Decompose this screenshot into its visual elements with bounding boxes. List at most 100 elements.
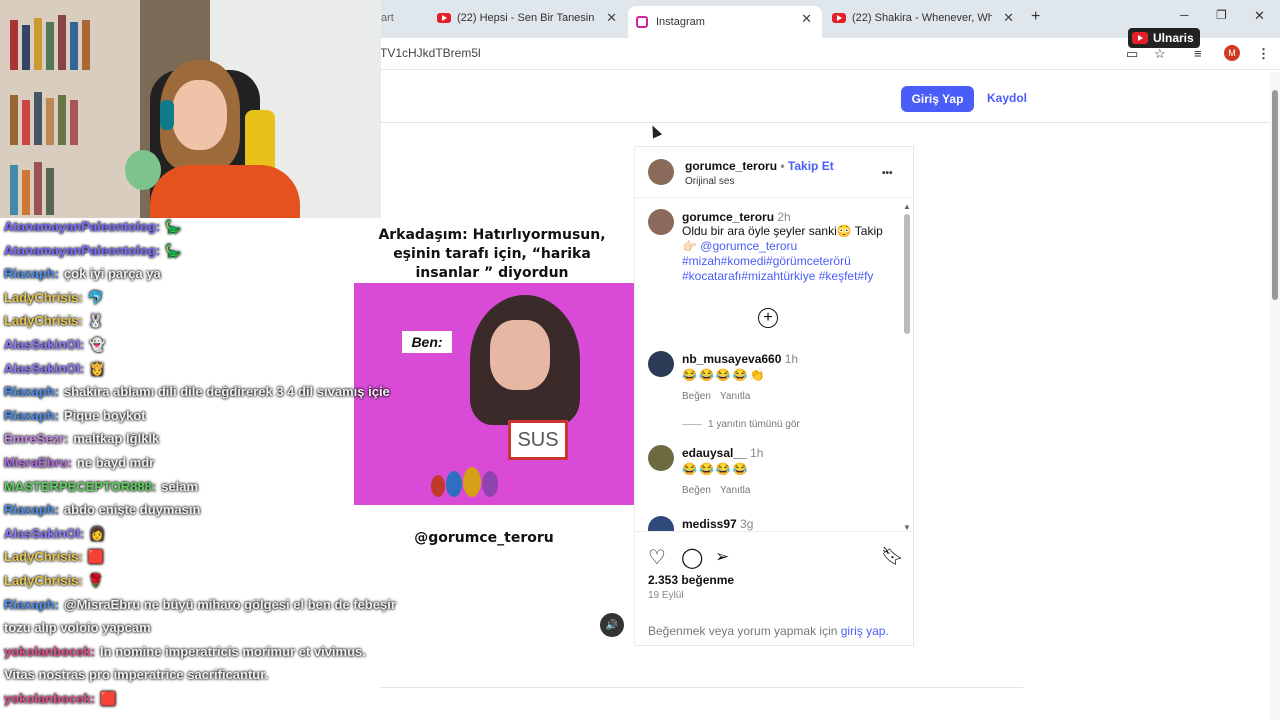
media-icon[interactable]: ▭	[1126, 46, 1138, 62]
chat-text: 👻	[89, 337, 106, 352]
close-tab-icon[interactable]: ✕	[1003, 10, 1014, 26]
chat-username: LadyChrisis:	[4, 549, 83, 565]
caption-username[interactable]: gorumce_teroru	[682, 210, 774, 224]
toy-figure	[125, 150, 161, 190]
mute-button[interactable]: 🔊	[600, 613, 624, 637]
login-button[interactable]: Giriş Yap	[901, 86, 974, 112]
chat-username: AlasSakinOl:	[4, 360, 85, 376]
author-name[interactable]: gorumce_teroru	[685, 159, 777, 173]
browser-tab[interactable]: (22) Hepsi - Sen Bir Tanesin - 20 ✕	[437, 6, 617, 30]
chat-username: MASTERPECEPTOR888:	[4, 478, 157, 494]
tab-title: (22) Shakira - Whenever, Where	[852, 12, 992, 24]
tab-title: Instagram	[656, 16, 705, 28]
comment-username[interactable]: edauysal__	[682, 446, 747, 460]
chat-text: 🐰	[87, 313, 104, 329]
video-watermark: @gorumce_teroru	[414, 530, 554, 546]
caption-time: 2h	[777, 210, 791, 224]
maximize-button[interactable]: ❐	[1216, 8, 1227, 22]
chat-message: LadyChrisis: 🐬	[4, 290, 104, 306]
chat-username: AtanamayanPaleontolog:	[4, 242, 161, 258]
like-heart-icon[interactable]: ♡	[648, 545, 666, 570]
chat-text: tozu alıp voloio yapcam	[4, 620, 151, 636]
comment-bubble-icon[interactable]: ◯	[681, 545, 703, 570]
page-scrollbar[interactable]	[1270, 72, 1280, 720]
youtube-icon	[1132, 32, 1148, 44]
comments-scrollbar[interactable]: ▲ ▼	[903, 202, 911, 532]
more-options-button[interactable]: •••	[882, 168, 893, 179]
login-prompt-link[interactable]: giriş yap.	[841, 624, 889, 638]
url-field[interactable]: TV1cHJkdTBrem5l	[380, 46, 481, 60]
menu-kebab-icon[interactable]: ⋮	[1257, 46, 1270, 62]
nesting-dolls-image	[431, 467, 498, 497]
comment-avatar[interactable]	[648, 351, 674, 377]
browser-tab[interactable]: (22) Shakira - Whenever, Where ✕	[832, 6, 1014, 30]
webcam-overlay	[0, 0, 381, 218]
profile-avatar[interactable]: M	[1224, 45, 1240, 61]
comment-username[interactable]: nb_musayeva660	[682, 352, 781, 366]
browser-tab-active[interactable]: Instagram ✕	[628, 6, 822, 38]
headset	[160, 100, 174, 130]
streamer-face	[172, 80, 227, 150]
share-icon[interactable]: ➢	[715, 547, 729, 567]
video-top-caption: Arkadaşım: Hatırlıyormusun, eşinin taraf…	[378, 227, 606, 281]
chat-message: Riaxaph: shakira ablamı dili dile değdire…	[4, 384, 390, 399]
author-username[interactable]: gorumce_teroru • Takip Et	[685, 159, 834, 173]
chat-text: In nomine imperatricis morimur et vivimu…	[100, 643, 366, 659]
save-bookmark-icon[interactable]: 🔖︎	[881, 546, 904, 567]
chat-username: LadyChrisis:	[4, 289, 83, 305]
like-count[interactable]: 2.353 beğenme	[648, 573, 734, 587]
comment-header: edauysal__ 1h	[682, 446, 763, 460]
chat-username: LadyChrisis:	[4, 313, 83, 329]
caption-mention[interactable]: @gorumce_teroru	[700, 239, 797, 253]
chat-message: LadyChrisis: 🟥	[4, 549, 104, 565]
caption-avatar[interactable]	[648, 209, 674, 235]
chat-username: LadyChrisis:	[4, 573, 83, 588]
page-bottom-divider	[381, 687, 1023, 688]
chat-message: yokolanbocek: In nomine imperatricis mori…	[4, 644, 366, 659]
signup-link[interactable]: Kaydol	[987, 91, 1027, 105]
mouse-cursor	[647, 123, 663, 139]
new-tab-button[interactable]: +	[1031, 8, 1040, 26]
close-tab-icon[interactable]: ✕	[606, 10, 617, 26]
chat-username: Riaxaph:	[4, 384, 59, 400]
instagram-icon	[636, 16, 648, 28]
chat-message: Riaxaph: Pique boykot	[4, 408, 146, 423]
view-replies-link[interactable]: 1 yanıtın tümünü gör	[682, 419, 800, 430]
follow-button[interactable]: Takip Et	[788, 159, 834, 173]
chat-text: 🟥	[87, 549, 104, 565]
tab-title: (22) Hepsi - Sen Bir Tanesin - 20	[457, 12, 597, 24]
playlist-icon[interactable]: ≡	[1194, 46, 1202, 61]
chat-text: 👩	[89, 525, 106, 541]
minimize-button[interactable]: ─	[1180, 8, 1189, 22]
comment-avatar[interactable]	[648, 445, 674, 471]
load-more-comments-icon[interactable]: +	[758, 308, 778, 328]
comment-username[interactable]: mediss97	[682, 517, 737, 531]
like-comment-link[interactable]: Beğen	[682, 391, 711, 402]
tab-title: art	[381, 12, 394, 24]
youtube-channel-badge: Ulnaris	[1128, 28, 1200, 48]
author-avatar[interactable]	[648, 159, 674, 185]
chat-text: 🌹	[87, 573, 104, 588]
caption-hashtags[interactable]: #mizah#komedi#görümceterörü #kocatarafı#…	[682, 254, 873, 283]
chat-message: AtanamayanPaleontolog: 🦕	[4, 219, 181, 235]
like-comment-link[interactable]: Beğen	[682, 485, 711, 496]
chat-username: MisraEbru:	[4, 455, 72, 470]
login-prompt: Beğenmek veya yorum yapmak için giriş ya…	[648, 624, 889, 638]
view-replies-text[interactable]: 1 yanıtın tümünü gör	[708, 419, 800, 430]
chat-message: AlasSakinOl: 👸	[4, 361, 105, 377]
login-prompt-text: Beğenmek veya yorum yapmak için	[648, 624, 841, 638]
close-tab-icon[interactable]: ✕	[801, 11, 812, 27]
comment-text: 😂😂😂😂👏	[682, 368, 767, 382]
comment-time: 3g	[740, 517, 754, 531]
chat-text: 🐬	[87, 289, 104, 305]
reply-link[interactable]: Yanıtla	[720, 485, 750, 496]
reply-link[interactable]: Yanıtla	[720, 391, 750, 402]
caption-header: gorumce_teroru 2h	[682, 210, 791, 224]
audio-label[interactable]: Orijinal ses	[685, 176, 734, 187]
header-divider	[381, 122, 1273, 123]
post-date: 19 Eylül	[648, 590, 684, 601]
browser-tab[interactable]: art	[381, 6, 421, 30]
bookmark-star-icon[interactable]: ☆	[1154, 46, 1166, 62]
close-window-button[interactable]: ✕	[1254, 8, 1265, 24]
comment-header: nb_musayeva660 1h	[682, 352, 798, 366]
